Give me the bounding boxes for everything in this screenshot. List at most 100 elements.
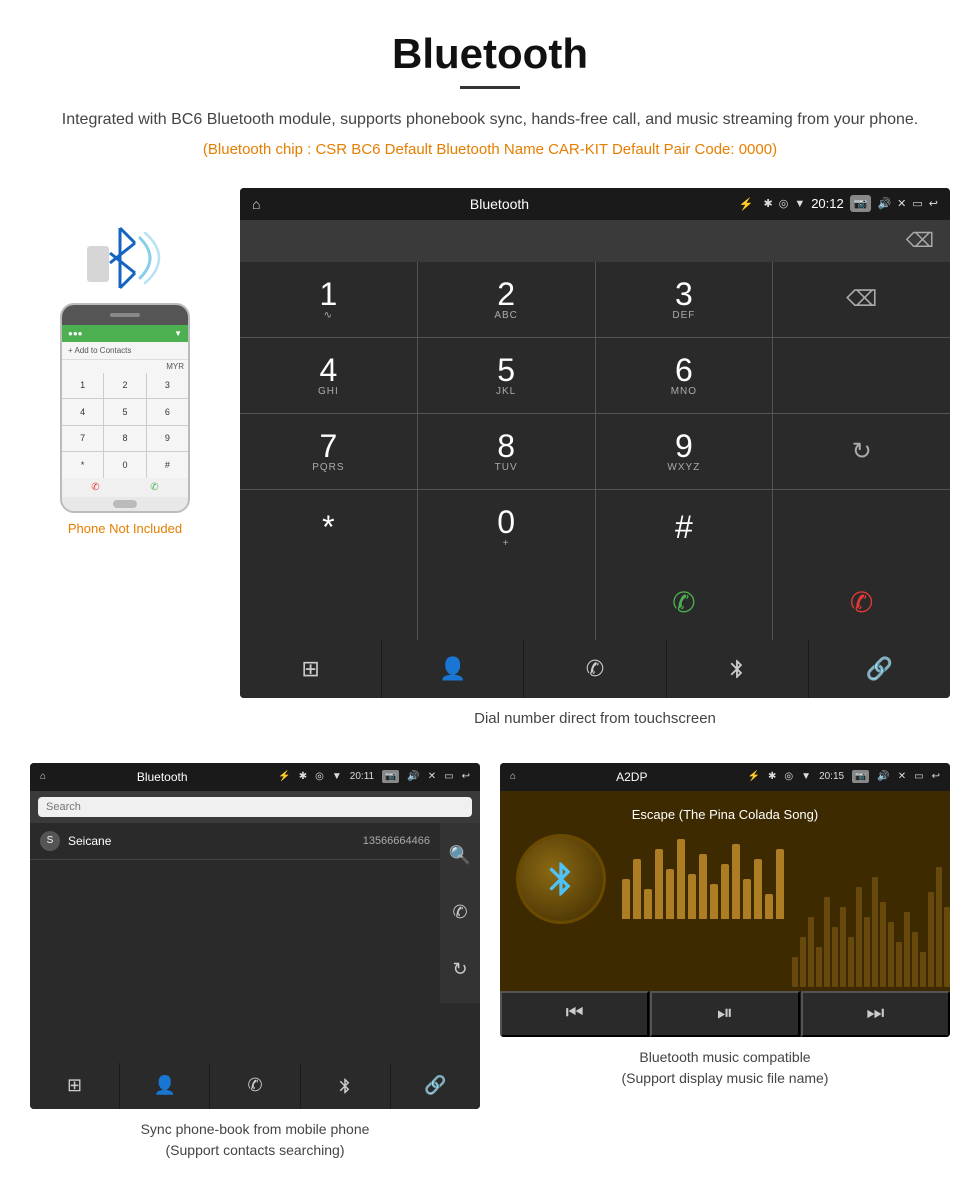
status-bar: ⌂ Bluetooth ⚡ ✱ ◎ ▼ 20:12 📷 🔊 ✕ ▭ ↩ [240,188,950,220]
eq-bar-14 [896,942,902,987]
nav-bluetooth-button[interactable] [667,640,808,698]
phone-call-icon: ✆ [150,482,158,493]
screen-wrapper: ⌂ Bluetooth ⚡ ✱ ◎ ▼ 20:12 📷 🔊 ✕ ▭ ↩ ⌫ [240,188,950,698]
pb-contact-list: S Seicane 13566664466 [30,823,440,1003]
eq-bar-20 [944,907,950,987]
vis-bar-9 [710,884,718,919]
dial-key-8[interactable]: 8 TUV [418,414,595,489]
signal-icon: ▼ [794,198,805,210]
phone-key-6: 6 [147,399,188,425]
phonebook-caption: Sync phone-book from mobile phone (Suppo… [141,1119,370,1161]
music-main-area: Escape (The Pina Colada Song) [500,791,950,991]
backspace-icon[interactable]: ⌫ [906,228,934,253]
home-icon: ⌂ [252,196,260,212]
pb-search-bar [30,791,480,823]
phone-key-hash: # [147,452,188,478]
dial-key-star[interactable]: * [240,490,417,565]
phone-screen: ●●● ▼ + Add to Contacts MYR 1 2 3 4 5 6 … [62,325,188,497]
empty-call-2 [418,565,595,640]
window-icon: ▭ [912,197,922,210]
pb-nav-contacts[interactable]: 👤 [120,1063,209,1109]
dial-key-4[interactable]: 4 GHI [240,338,417,413]
pb-time: 20:11 [350,771,374,782]
phone-home-button [113,500,137,508]
phone-key-3: 3 [147,373,188,399]
pb-nav-bluetooth[interactable] [301,1063,390,1109]
pb-search-icon-btn[interactable]: 🔍 [449,845,471,866]
pb-phone-icon-btn[interactable]: ✆ [452,902,467,923]
phone-keypad: 1 2 3 4 5 6 7 8 9 * 0 # [62,373,188,478]
pb-main-area: S Seicane 13566664466 🔍 ✆ ↻ [30,823,480,1003]
dial-key-hash[interactable]: # [596,490,773,565]
dial-key-6[interactable]: 6 MNO [596,338,773,413]
nav-link-button[interactable]: 🔗 [809,640,950,698]
play-pause-button[interactable]: ⏯ [650,991,799,1037]
pb-loc-icon: ◎ [315,771,324,782]
eq-bar-10 [864,917,870,987]
eq-bar-2 [800,937,806,987]
phone-key-8: 8 [104,426,145,452]
camera-icon: 📷 [850,195,872,212]
main-content: ●●● ▼ + Add to Contacts MYR 1 2 3 4 5 6 … [0,188,980,743]
dial-caption: Dial number direct from touchscreen [240,710,950,727]
music-home-icon: ⌂ [510,771,516,782]
dialpad-grid: 1 ∿ 2 ABC 3 DEF ⌫ 4 GHI [240,262,950,565]
nav-grid-button[interactable]: ⊞ [240,640,381,698]
vis-bar-2 [633,859,641,919]
vis-bar-1 [622,879,630,919]
dial-key-5[interactable]: 5 JKL [418,338,595,413]
vis-bar-12 [743,879,751,919]
page-specs: (Bluetooth chip : CSR BC6 Default Blueto… [60,141,920,158]
dial-key-3[interactable]: 3 DEF [596,262,773,337]
music-bt-icon: ✱ [768,771,776,782]
vis-bar-3 [644,889,652,919]
nav-phone-button[interactable]: ✆ [524,640,665,698]
pb-bottom-nav: ⊞ 👤 ✆ 🔗 [30,1063,480,1109]
dial-empty-4 [773,490,950,565]
dial-key-2[interactable]: 2 ABC [418,262,595,337]
next-track-button[interactable]: ⏭ [801,991,950,1037]
pb-nav-phone[interactable]: ✆ [210,1063,299,1109]
eq-bar-1 [792,957,798,987]
pb-usb-icon: ⚡ [278,771,290,782]
dial-key-9[interactable]: 9 WXYZ [596,414,773,489]
phone-speaker [110,313,140,317]
pb-refresh-icon-btn[interactable]: ↻ [452,959,467,980]
dial-key-0[interactable]: 0 + [418,490,595,565]
music-cam-icon: 📷 [852,770,869,783]
usb-icon: ⚡ [739,197,754,211]
phone-not-included-label: Phone Not Included [68,521,182,536]
status-icons: ✱ ◎ ▼ 20:12 📷 🔊 ✕ ▭ ↩ [763,195,938,212]
dial-empty-2 [773,338,950,413]
music-caption-line1: Bluetooth music compatible [639,1049,810,1065]
call-icon: ✆ [672,586,695,619]
car-dial-screen: ⌂ Bluetooth ⚡ ✱ ◎ ▼ 20:12 📷 🔊 ✕ ▭ ↩ ⌫ [240,188,950,743]
pb-nav-link[interactable]: 🔗 [391,1063,480,1109]
pb-search-input[interactable] [38,797,472,817]
music-caption-line2: (Support display music file name) [622,1070,829,1086]
dial-key-1[interactable]: 1 ∿ [240,262,417,337]
bt-status-icon: ✱ [763,197,772,210]
app-title: Bluetooth [270,196,728,212]
music-vol-icon: 🔊 [877,771,889,782]
music-song-title: Escape (The Pina Colada Song) [632,807,818,822]
end-call-button[interactable]: ✆ [773,565,950,640]
music-signal-icon: ▼ [801,771,811,782]
dial-refresh-button[interactable]: ↻ [773,414,950,489]
status-time: 20:12 [811,196,844,211]
prev-track-button[interactable]: ⏮ [500,991,649,1037]
pb-nav-grid[interactable]: ⊞ [30,1063,119,1109]
vis-bar-14 [765,894,773,919]
dial-key-7[interactable]: 7 PQRS [240,414,417,489]
phone-key-0: 0 [104,452,145,478]
vis-bar-11 [732,844,740,919]
music-win-icon: ▭ [914,771,923,782]
empty-call-1 [240,565,417,640]
pb-status-bar: ⌂ Bluetooth ⚡ ✱ ◎ ▼ 20:11 📷 🔊 ✕ ▭ ↩ [30,763,480,791]
eq-bar-8 [848,937,854,987]
phonebook-screen: ⌂ Bluetooth ⚡ ✱ ◎ ▼ 20:11 📷 🔊 ✕ ▭ ↩ [30,763,480,1109]
call-button[interactable]: ✆ [596,565,773,640]
phone-mockup: ●●● ▼ + Add to Contacts MYR 1 2 3 4 5 6 … [60,303,190,513]
nav-contacts-button[interactable]: 👤 [382,640,523,698]
back-icon: ↩ [929,197,938,210]
